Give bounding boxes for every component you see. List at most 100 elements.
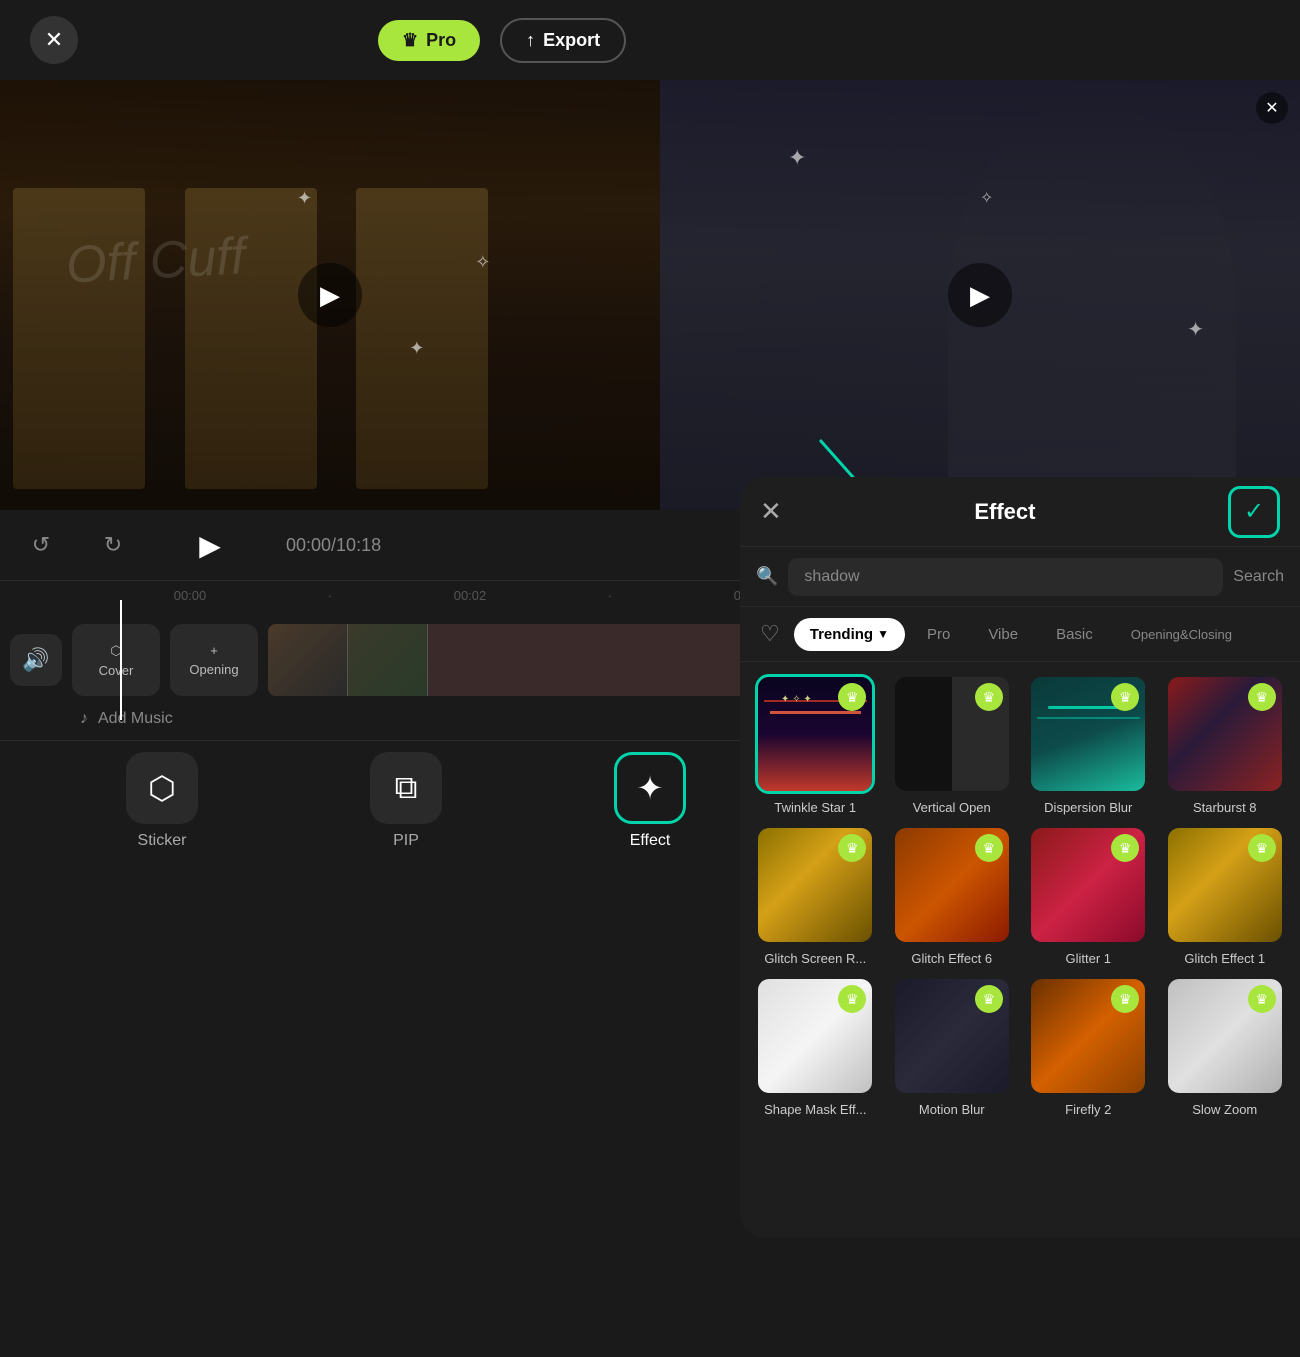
effect-thumb-vertical-open: ♛	[892, 674, 1012, 794]
pip-icon-container: ⧉	[370, 752, 442, 824]
play-button[interactable]: ▶	[184, 519, 236, 571]
tab-opening-closing[interactable]: Opening&Closing	[1115, 619, 1248, 650]
search-button[interactable]: Search	[1233, 568, 1284, 586]
effect-thumb-starburst-8: ♛	[1165, 674, 1285, 794]
video-play-button-left[interactable]: ▶	[298, 263, 362, 327]
effect-item-vertical-open[interactable]: ♛ Vertical Open	[889, 674, 1016, 815]
effect-item-motion-blur[interactable]: ♛ Motion Blur	[889, 976, 1016, 1117]
effect-icon-container: ✦	[614, 752, 686, 824]
ruler-mark-0: 00:00	[120, 588, 260, 603]
effect-tool[interactable]: ✦ Effect	[614, 752, 686, 850]
effect-name-starburst-8: Starburst 8	[1165, 800, 1285, 815]
effect-name-dispersion-blur: Dispersion Blur	[1028, 800, 1148, 815]
effects-grid: ✦ ✧ ✦ ♛Twinkle Star 1 ♛Vertical Open ♛Di…	[740, 662, 1300, 1237]
tab-trending[interactable]: Trending ▼	[794, 618, 905, 651]
export-label: Export	[543, 30, 600, 51]
effect-item-glitch-effect-6[interactable]: ♛ Glitch Effect 6	[889, 825, 1016, 966]
dropdown-arrow-icon: ▼	[877, 627, 889, 641]
sparkle-1: ✦	[297, 188, 312, 209]
confirm-icon: ✓	[1244, 497, 1264, 526]
export-button[interactable]: ↑ Export	[500, 18, 626, 63]
effect-icon: ✦	[637, 769, 664, 807]
redo-icon: ↻	[104, 532, 122, 558]
effect-thumb-slow-zoom: ♛	[1165, 976, 1285, 1096]
clip-thumb-1	[268, 624, 348, 696]
effect-item-glitch-screen-r[interactable]: ♛Glitch Screen R...	[752, 825, 879, 966]
pip-label: PIP	[393, 832, 419, 850]
ruler-mark-3: ·	[540, 588, 680, 603]
effect-name-vertical-open: Vertical Open	[892, 800, 1012, 815]
playhead	[120, 600, 122, 720]
effect-item-glitch-effect-1[interactable]: ♛ Glitch Effect 1	[1162, 825, 1289, 966]
pro-crown-vertical-open: ♛	[975, 683, 1003, 711]
add-music-label[interactable]: Add Music	[98, 710, 173, 728]
effect-item-starburst-8[interactable]: ♛ Starburst 8	[1162, 674, 1289, 815]
panel-title: Effect	[782, 499, 1228, 525]
effect-item-dispersion-blur[interactable]: ♛Dispersion Blur	[1025, 674, 1152, 815]
clip-thumb-2	[348, 624, 428, 696]
effect-item-shape-mask-eff[interactable]: ♛ Shape Mask Eff...	[752, 976, 879, 1117]
close-right-video-button[interactable]: ✕	[1256, 92, 1288, 124]
basic-tab-label: Basic	[1056, 626, 1093, 643]
effect-name-glitch-screen-r: Glitch Screen R...	[755, 951, 875, 966]
pip-tool[interactable]: ⧉ PIP	[370, 752, 442, 850]
pro-crown-glitch-effect-1: ♛	[1248, 834, 1276, 862]
effect-name-slow-zoom: Slow Zoom	[1165, 1102, 1285, 1117]
search-input[interactable]	[788, 558, 1223, 596]
pro-crown-slow-zoom: ♛	[1248, 985, 1276, 1013]
close-button[interactable]: ✕	[30, 16, 78, 64]
sticker-label: Sticker	[138, 832, 187, 850]
opening-button[interactable]: + Opening	[170, 624, 258, 696]
redo-button[interactable]: ↻	[92, 524, 134, 566]
vibe-tab-label: Vibe	[988, 626, 1018, 643]
top-bar: ✕ ♛ Pro ↑ Export	[0, 0, 1300, 80]
video-left-panel: Off Cuff ✦ ✦ ✧ ▶	[0, 80, 660, 510]
opening-label: Opening	[189, 662, 238, 677]
panel-confirm-button[interactable]: ✓	[1228, 486, 1280, 538]
ruler-mark-1: ·	[260, 588, 400, 603]
effect-name-shape-mask-eff: Shape Mask Eff...	[755, 1102, 875, 1117]
sticker-icon: ⬡	[148, 769, 176, 807]
sparkle-3: ✧	[475, 252, 490, 273]
effect-name-glitch-effect-1: Glitch Effect 1	[1165, 951, 1285, 966]
tab-vibe[interactable]: Vibe	[972, 618, 1034, 651]
effect-thumb-shape-mask-eff: ♛	[755, 976, 875, 1096]
time-display: 00:00/10:18	[286, 535, 381, 556]
tab-basic[interactable]: Basic	[1040, 618, 1109, 651]
play-icon: ▶	[199, 529, 221, 562]
pro-crown-glitch-effect-6: ♛	[975, 834, 1003, 862]
tabs-row: ♡ Trending ▼ Pro Vibe Basic Opening&Clos…	[740, 607, 1300, 662]
tab-pro[interactable]: Pro	[911, 618, 966, 651]
sticker-tool[interactable]: ⬡ Sticker	[126, 752, 198, 850]
cover-button[interactable]: ⬡ Cover	[72, 624, 160, 696]
undo-button[interactable]: ↺	[20, 524, 62, 566]
pro-label: Pro	[426, 30, 456, 51]
crown-icon: ♛	[402, 30, 418, 51]
undo-icon: ↺	[32, 532, 50, 558]
effect-item-firefly-2[interactable]: ♛ Firefly 2	[1025, 976, 1152, 1117]
effect-name-glitter-1: Glitter 1	[1028, 951, 1148, 966]
sparkle-5: ✧	[980, 188, 993, 208]
sparkle-4: ✦	[788, 145, 806, 171]
effect-name-glitch-effect-6: Glitch Effect 6	[892, 951, 1012, 966]
video-right-panel: ✦ ✧ ✦ ✕ ▶	[660, 80, 1300, 510]
panel-header: ✕ Effect ✓	[740, 477, 1300, 547]
effect-item-glitter-1[interactable]: ♛Glitter 1	[1025, 825, 1152, 966]
effect-thumb-glitch-effect-6: ♛	[892, 825, 1012, 945]
effect-name-motion-blur: Motion Blur	[892, 1102, 1012, 1117]
effect-thumb-twinkle-star-1: ✦ ✧ ✦ ♛	[755, 674, 875, 794]
effect-panel: ✕ Effect ✓ 🔍 Search ♡ Trending ▼ Pro Vib…	[740, 477, 1300, 1237]
audio-button[interactable]: 🔊	[10, 634, 62, 686]
favorites-icon[interactable]: ♡	[752, 621, 788, 647]
video-play-button-right[interactable]: ▶	[948, 263, 1012, 327]
pro-button[interactable]: ♛ Pro	[378, 20, 480, 61]
effect-thumb-motion-blur: ♛	[892, 976, 1012, 1096]
effect-thumb-firefly-2: ♛	[1028, 976, 1148, 1096]
export-icon: ↑	[526, 30, 535, 51]
effect-item-slow-zoom[interactable]: ♛ Slow Zoom	[1162, 976, 1289, 1117]
effect-name-firefly-2: Firefly 2	[1028, 1102, 1148, 1117]
effect-thumb-glitch-effect-1: ♛	[1165, 825, 1285, 945]
panel-close-button[interactable]: ✕	[760, 496, 782, 527]
effect-item-twinkle-star-1[interactable]: ✦ ✧ ✦ ♛Twinkle Star 1	[752, 674, 879, 815]
search-icon: 🔍	[756, 566, 778, 587]
